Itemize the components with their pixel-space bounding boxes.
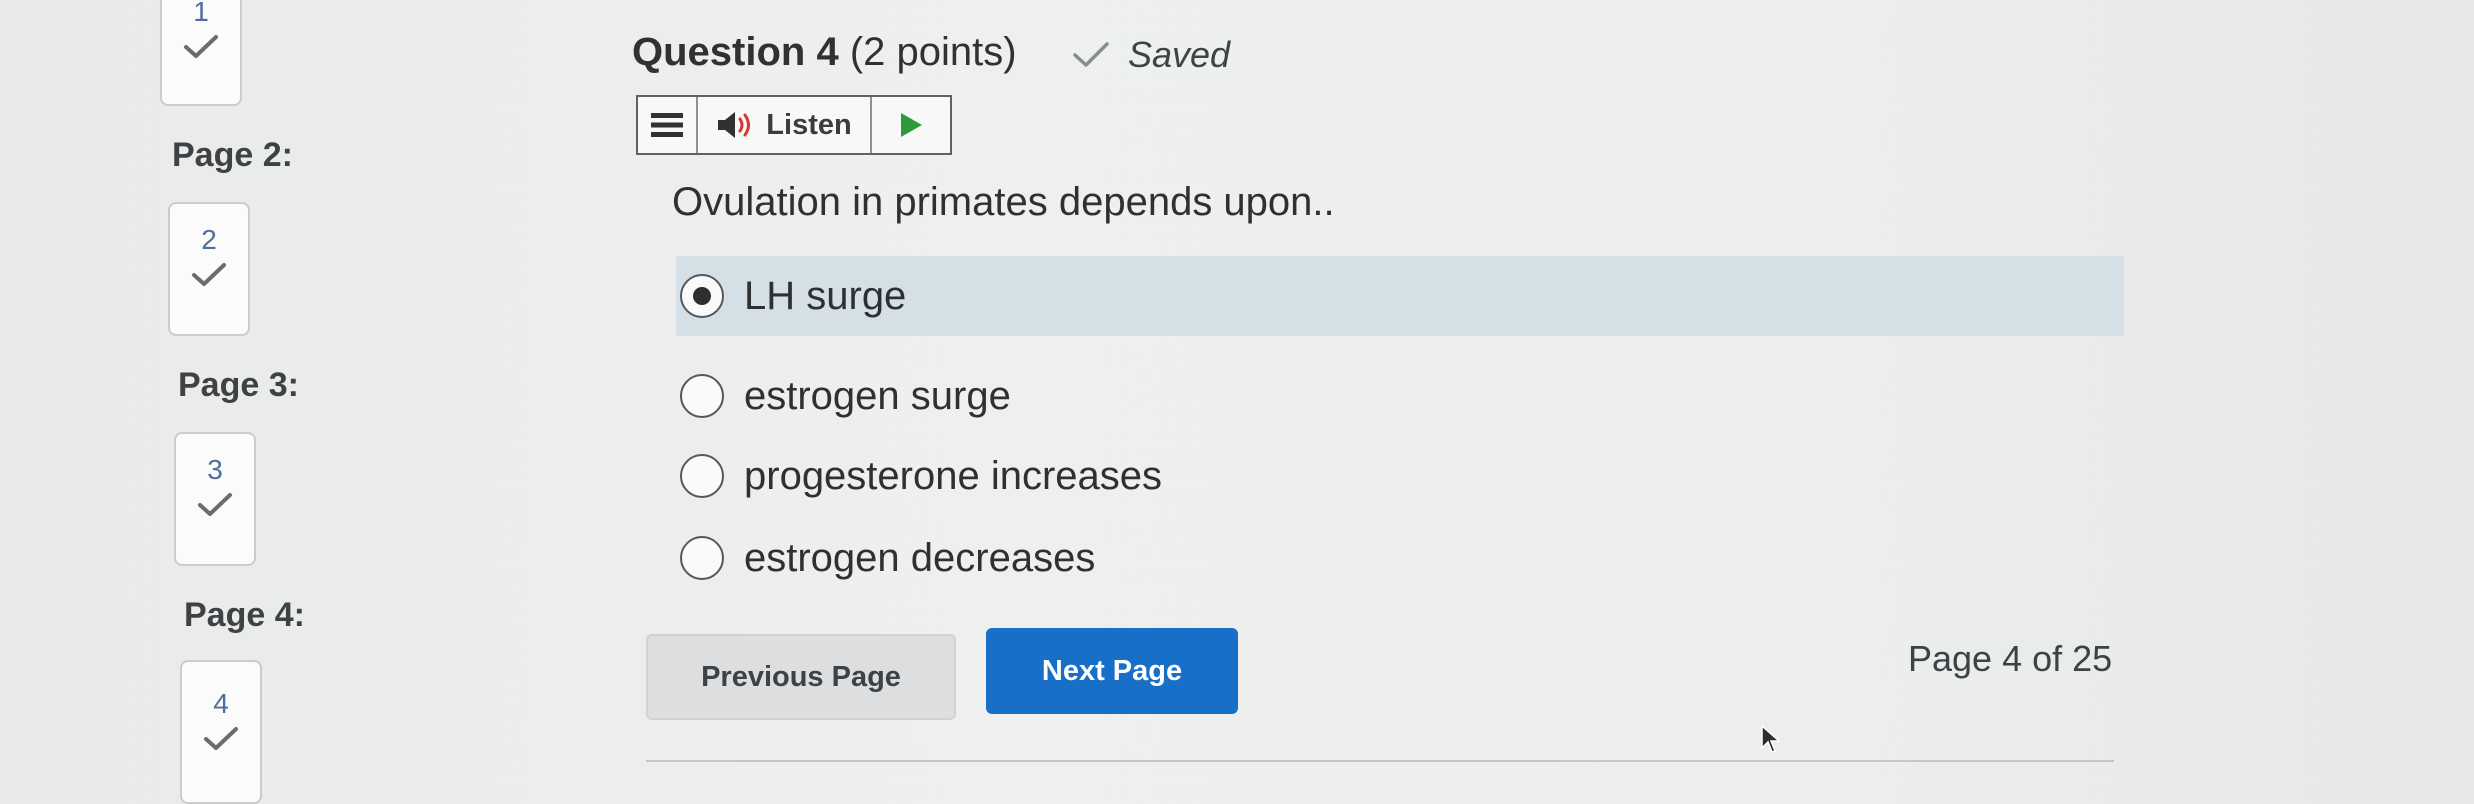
menu-icon bbox=[651, 113, 683, 137]
question-number: 4 bbox=[213, 688, 229, 719]
play-button[interactable] bbox=[872, 97, 950, 153]
option-lh-surge[interactable]: LH surge bbox=[676, 256, 2124, 336]
check-icon bbox=[198, 493, 232, 516]
option-label: progesterone increases bbox=[744, 453, 1163, 498]
radio-button[interactable] bbox=[680, 374, 724, 418]
play-icon bbox=[901, 113, 922, 137]
question-points: (2 points) bbox=[849, 30, 1017, 74]
option-label: estrogen decreases bbox=[744, 535, 1096, 580]
previous-page-button[interactable]: Previous Page bbox=[646, 634, 956, 720]
option-estrogen-decreases[interactable]: estrogen decreases bbox=[676, 518, 1095, 598]
check-icon bbox=[1073, 42, 1109, 67]
question-number-title: Question 4 bbox=[632, 30, 839, 74]
question-number: 2 bbox=[201, 224, 217, 255]
question-number: 3 bbox=[207, 454, 223, 485]
question-4-nav-button[interactable]: 4 bbox=[180, 660, 262, 804]
option-label: estrogen surge bbox=[744, 373, 1011, 418]
option-progesterone-increases[interactable]: progesterone increases bbox=[676, 436, 1162, 516]
question-title: Question 4 (2 points) bbox=[632, 30, 1017, 75]
listen-button[interactable]: Listen bbox=[698, 97, 872, 153]
check-icon bbox=[184, 35, 218, 58]
question-1-nav-button[interactable]: 1 bbox=[160, 0, 242, 106]
radio-button-selected[interactable] bbox=[680, 274, 724, 318]
page-2-label: Page 2: bbox=[172, 136, 293, 174]
saved-label: Saved bbox=[1128, 34, 1231, 75]
page-4-label: Page 4: bbox=[184, 596, 305, 634]
check-icon bbox=[204, 727, 238, 750]
option-label: LH surge bbox=[744, 273, 907, 318]
check-icon bbox=[192, 263, 226, 286]
mouse-cursor-icon bbox=[1761, 724, 1781, 753]
listen-toolbar: Listen bbox=[636, 95, 952, 155]
question-number: 1 bbox=[193, 0, 209, 27]
next-page-button[interactable]: Next Page bbox=[986, 628, 1238, 714]
radio-button[interactable] bbox=[680, 454, 724, 498]
speaker-icon bbox=[718, 112, 751, 138]
question-text: Ovulation in primates depends upon.. bbox=[672, 180, 1335, 224]
divider bbox=[646, 760, 2114, 762]
listen-menu-button[interactable] bbox=[638, 97, 698, 153]
question-2-nav-button[interactable]: 2 bbox=[168, 202, 250, 336]
page-count: Page 4 of 25 bbox=[1908, 638, 2113, 679]
listen-label: Listen bbox=[766, 108, 852, 141]
option-estrogen-surge[interactable]: estrogen surge bbox=[676, 356, 1011, 436]
radio-button[interactable] bbox=[680, 536, 724, 580]
saved-status: Saved bbox=[1072, 34, 1230, 76]
page-3-label: Page 3: bbox=[178, 366, 299, 404]
question-3-nav-button[interactable]: 3 bbox=[174, 432, 256, 566]
